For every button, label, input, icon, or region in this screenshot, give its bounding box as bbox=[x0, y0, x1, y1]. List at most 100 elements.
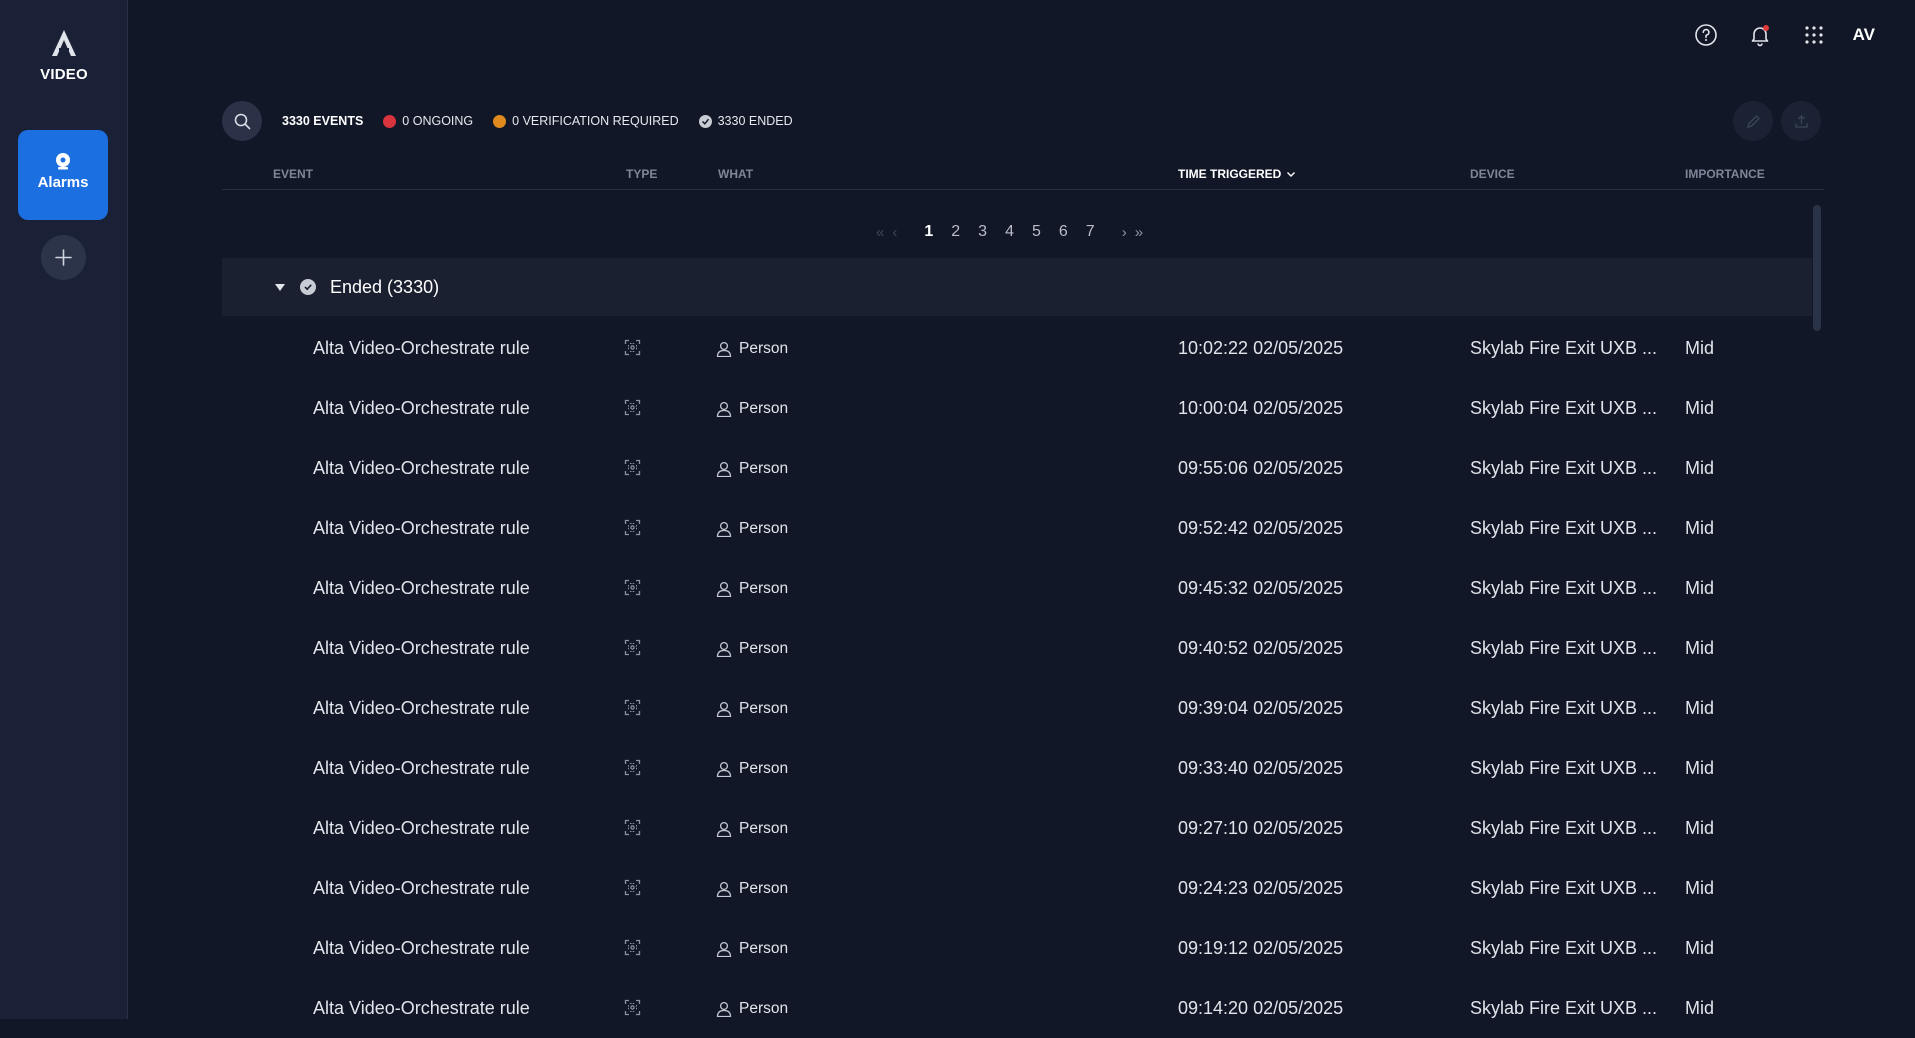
type-cell bbox=[624, 939, 641, 961]
verification-filter[interactable]: 0 VERIFICATION REQUIRED bbox=[493, 114, 679, 128]
person-icon bbox=[716, 521, 732, 537]
page-2[interactable]: 2 bbox=[951, 223, 960, 241]
event-name: Alta Video-Orchestrate rule bbox=[313, 638, 530, 658]
table-row[interactable]: Alta Video-Orchestrate rule Person 09:27… bbox=[222, 798, 1812, 858]
what-cell: Person bbox=[716, 400, 788, 418]
alta-logo-icon bbox=[52, 30, 76, 56]
edit-button[interactable] bbox=[1733, 101, 1773, 141]
what-cell: Person bbox=[716, 760, 788, 778]
person-icon bbox=[716, 461, 732, 477]
column-header-device[interactable]: DEVICE bbox=[1470, 167, 1515, 181]
type-cell bbox=[624, 879, 641, 901]
check-icon bbox=[701, 118, 709, 125]
export-button[interactable] bbox=[1781, 101, 1821, 141]
importance: Mid bbox=[1685, 398, 1715, 418]
column-header-type[interactable]: TYPE bbox=[626, 167, 657, 181]
what-label: Person bbox=[739, 580, 789, 597]
analytics-rule-icon bbox=[624, 999, 641, 1016]
search-icon bbox=[234, 113, 250, 129]
device-name: Skylab Fire Exit UXB ... bbox=[1470, 998, 1658, 1018]
group-header-ended[interactable]: Ended (3330) bbox=[222, 258, 1812, 316]
sidebar-item-alarms[interactable]: Alarms bbox=[18, 130, 108, 220]
table-row[interactable]: Alta Video-Orchestrate rule Person 09:40… bbox=[222, 618, 1812, 678]
table-row[interactable]: Alta Video-Orchestrate rule Person 09:55… bbox=[222, 438, 1812, 498]
previous-page-icon[interactable]: ‹ bbox=[892, 224, 897, 241]
ongoing-filter[interactable]: 0 ONGOING bbox=[383, 114, 473, 128]
what-label: Person bbox=[739, 520, 789, 537]
table-row[interactable]: Alta Video-Orchestrate rule Person 09:52… bbox=[222, 498, 1812, 558]
device-name: Skylab Fire Exit UXB ... bbox=[1470, 398, 1658, 418]
apps-button[interactable] bbox=[1799, 20, 1829, 50]
what-cell: Person bbox=[716, 460, 788, 478]
event-name: Alta Video-Orchestrate rule bbox=[313, 938, 530, 958]
analytics-rule-icon bbox=[624, 939, 641, 956]
help-icon bbox=[1694, 24, 1717, 46]
event-name: Alta Video-Orchestrate rule bbox=[313, 578, 530, 598]
device-name: Skylab Fire Exit UXB ... bbox=[1470, 458, 1658, 478]
page-3[interactable]: 3 bbox=[978, 223, 987, 241]
table-row[interactable]: Alta Video-Orchestrate rule Person 10:02… bbox=[222, 318, 1812, 378]
what-cell: Person bbox=[716, 700, 788, 718]
app-logo[interactable]: VIDEO bbox=[0, 28, 128, 83]
what-label: Person bbox=[739, 460, 789, 477]
column-header-event[interactable]: EVENT bbox=[273, 167, 313, 181]
grid-icon bbox=[1805, 26, 1823, 44]
time-triggered: 09:55:06 02/05/2025 bbox=[1178, 458, 1344, 478]
time-triggered: 09:14:20 02/05/2025 bbox=[1178, 998, 1344, 1018]
column-header-time-triggered[interactable]: TIME TRIGGERED bbox=[1178, 167, 1296, 181]
type-cell bbox=[624, 339, 641, 361]
device-name: Skylab Fire Exit UXB ... bbox=[1470, 938, 1658, 958]
column-header-label: TIME TRIGGERED bbox=[1178, 167, 1282, 181]
importance: Mid bbox=[1685, 458, 1715, 478]
sidebar: VIDEO Alarms bbox=[0, 0, 128, 1019]
first-page-icon[interactable]: « bbox=[876, 224, 884, 241]
page-7[interactable]: 7 bbox=[1086, 223, 1095, 241]
what-label: Person bbox=[739, 940, 789, 957]
page-5[interactable]: 5 bbox=[1032, 223, 1041, 241]
last-page-icon[interactable]: » bbox=[1135, 224, 1143, 241]
column-header-what[interactable]: WHAT bbox=[718, 167, 753, 181]
pagination: « ‹ 1 2 3 4 5 6 7 › » bbox=[872, 222, 1147, 242]
what-cell: Person bbox=[716, 580, 788, 598]
table-row[interactable]: Alta Video-Orchestrate rule Person 09:45… bbox=[222, 558, 1812, 618]
add-button[interactable] bbox=[41, 235, 86, 280]
page-1[interactable]: 1 bbox=[924, 223, 933, 241]
device-name: Skylab Fire Exit UXB ... bbox=[1470, 698, 1658, 718]
importance: Mid bbox=[1685, 578, 1715, 598]
next-page-icon[interactable]: › bbox=[1122, 224, 1127, 241]
topbar: AV bbox=[1667, 20, 1875, 50]
event-name: Alta Video-Orchestrate rule bbox=[313, 698, 530, 718]
page-6[interactable]: 6 bbox=[1059, 223, 1068, 241]
time-triggered: 09:27:10 02/05/2025 bbox=[1178, 818, 1344, 838]
type-cell bbox=[624, 819, 641, 841]
ongoing-count: 0 ONGOING bbox=[402, 114, 474, 128]
table-row[interactable]: Alta Video-Orchestrate rule Person 09:39… bbox=[222, 678, 1812, 738]
event-name: Alta Video-Orchestrate rule bbox=[313, 818, 530, 838]
table-row[interactable]: Alta Video-Orchestrate rule Person 09:19… bbox=[222, 918, 1812, 978]
page-4[interactable]: 4 bbox=[1005, 223, 1014, 241]
what-label: Person bbox=[739, 700, 789, 717]
time-triggered: 10:02:22 02/05/2025 bbox=[1178, 338, 1344, 358]
event-name: Alta Video-Orchestrate rule bbox=[313, 878, 530, 898]
importance: Mid bbox=[1685, 518, 1715, 538]
ended-filter[interactable]: 3330 ENDED bbox=[698, 114, 793, 128]
time-triggered: 09:45:32 02/05/2025 bbox=[1178, 578, 1344, 598]
group-label: Ended (3330) bbox=[330, 276, 440, 297]
device-name: Skylab Fire Exit UXB ... bbox=[1470, 638, 1658, 658]
scrollbar-thumb[interactable] bbox=[1813, 205, 1821, 331]
notifications-button[interactable] bbox=[1745, 20, 1775, 50]
what-cell: Person bbox=[716, 520, 788, 538]
column-header-importance[interactable]: IMPORTANCE bbox=[1685, 167, 1765, 181]
user-avatar[interactable]: AV bbox=[1853, 25, 1875, 45]
search-button[interactable] bbox=[222, 101, 262, 141]
plus-icon bbox=[55, 249, 72, 266]
table-row[interactable]: Alta Video-Orchestrate rule Person 10:00… bbox=[222, 378, 1812, 438]
caret-down-icon bbox=[275, 283, 285, 291]
table-row[interactable]: Alta Video-Orchestrate rule Person 09:33… bbox=[222, 738, 1812, 798]
help-button[interactable] bbox=[1691, 20, 1721, 50]
table-row[interactable]: Alta Video-Orchestrate rule Person 09:24… bbox=[222, 858, 1812, 918]
person-icon bbox=[716, 1001, 732, 1017]
what-cell: Person bbox=[716, 640, 788, 658]
device-name: Skylab Fire Exit UXB ... bbox=[1470, 878, 1658, 898]
table-row[interactable]: Alta Video-Orchestrate rule Person 09:14… bbox=[222, 978, 1812, 1038]
